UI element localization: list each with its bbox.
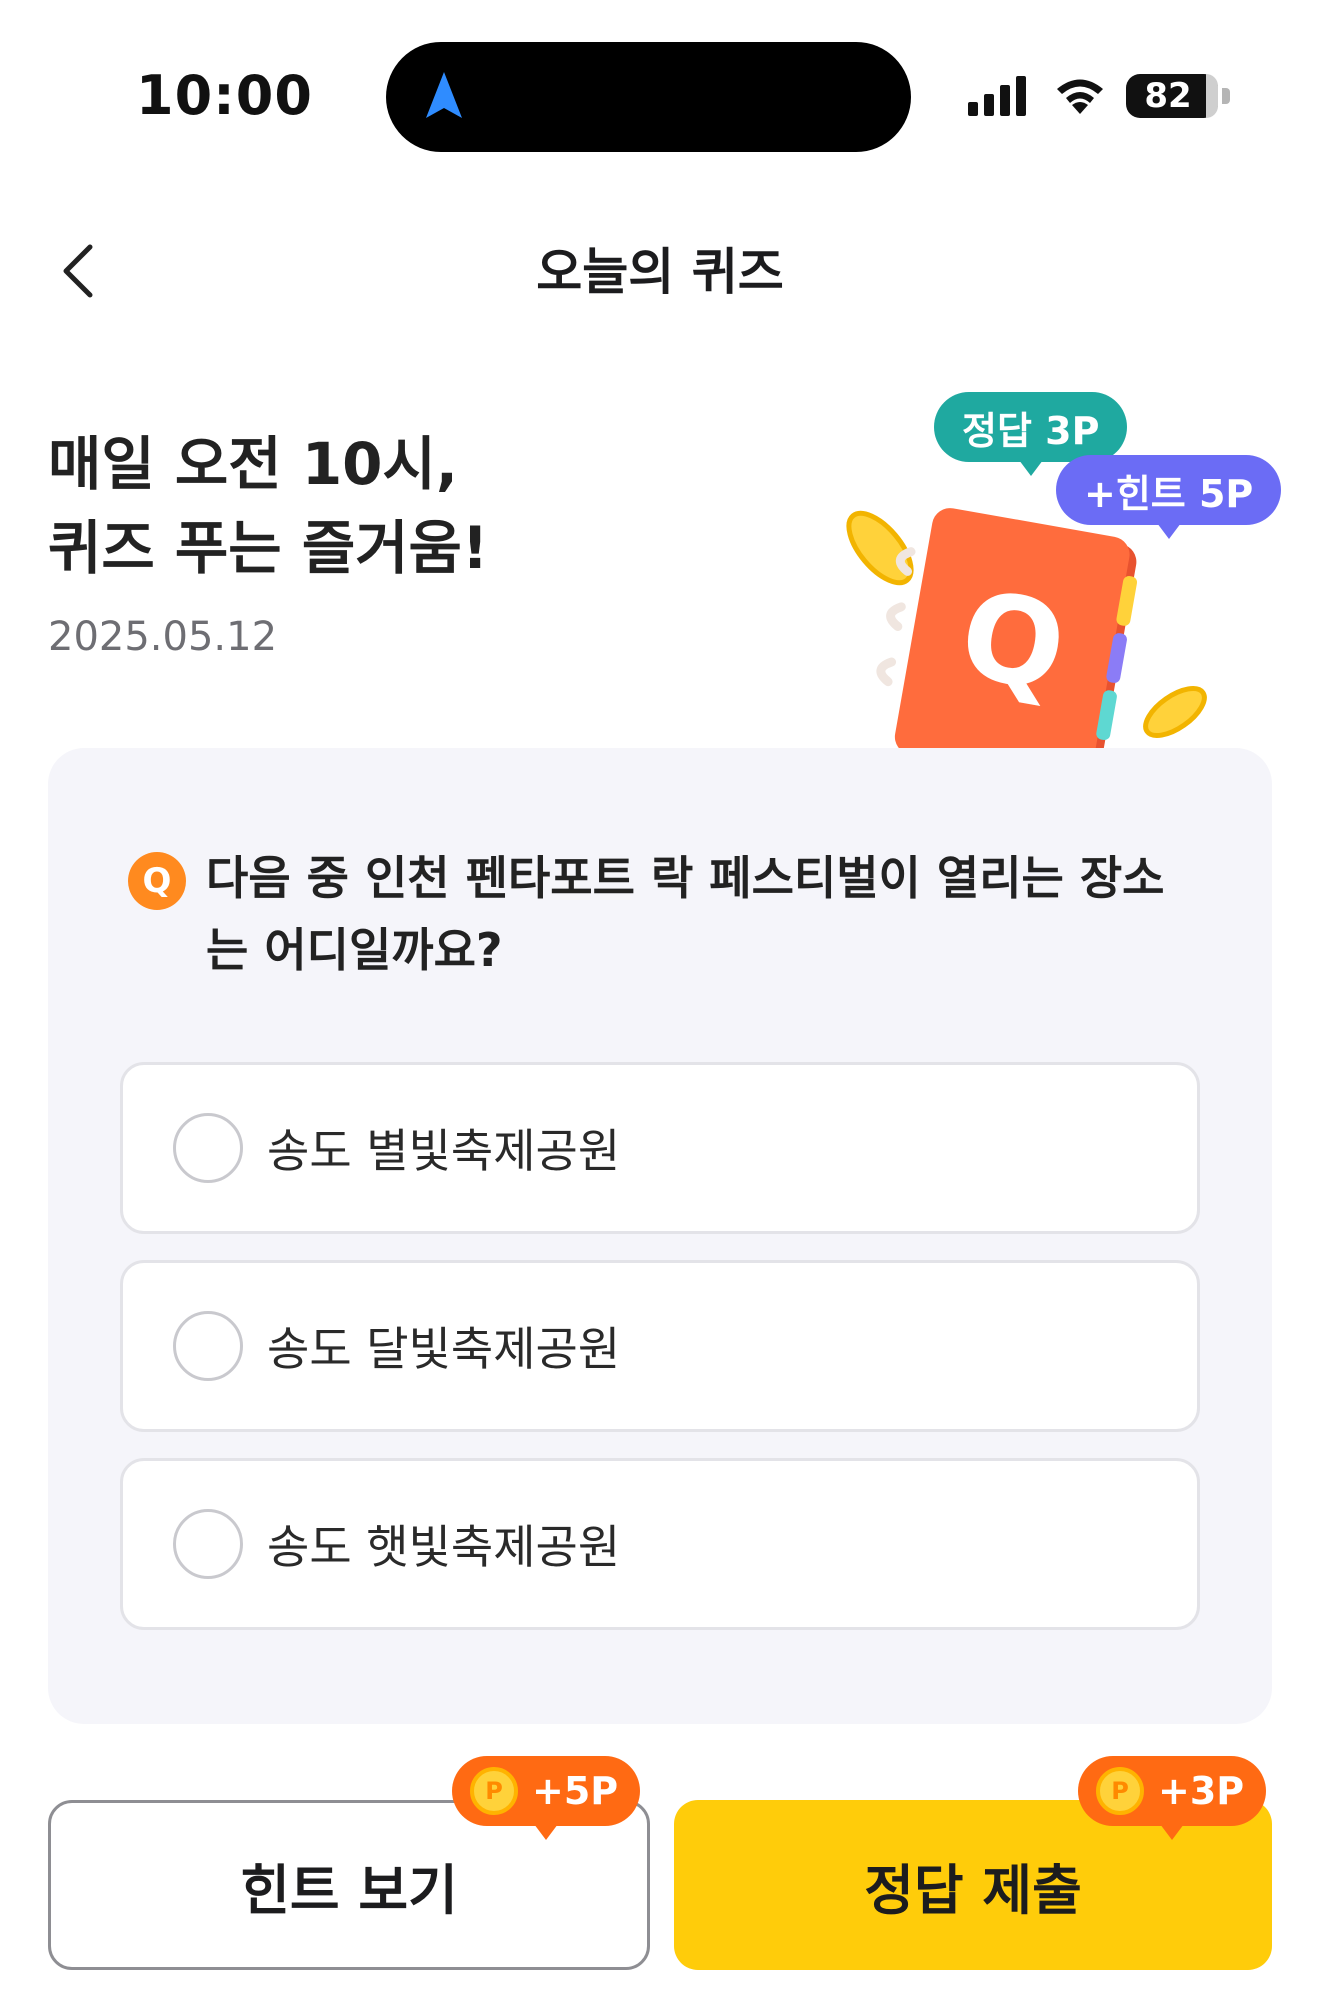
question-badge-icon: Q (128, 852, 186, 910)
battery-icon: 82 (1126, 74, 1230, 118)
hint-points-bubble: +힌트 5P (1056, 455, 1282, 539)
navigation-arrow-icon (426, 72, 462, 118)
quiz-date: 2025.05.12 (48, 614, 278, 660)
hero-title-line1: 매일 오전 10시, (48, 430, 458, 498)
page-title: 오늘의 퀴즈 (536, 243, 784, 301)
answer-option-1[interactable]: 송도 별빛축제공원 (120, 1062, 1200, 1234)
submit-reward-text: +3P (1158, 1769, 1245, 1813)
answer-option-label: 송도 햇빛축제공원 (267, 1520, 621, 1574)
hint-reward-text: +5P (532, 1769, 619, 1813)
hero-title-line2: 퀴즈 푸는 즐거움! (48, 514, 489, 582)
radio-button[interactable] (173, 1113, 243, 1183)
question-text: 다음 중 인천 펜타포트 락 페스티벌이 열리는 장소는 어디일까요? (206, 851, 1165, 977)
hero-title: 매일 오전 10시, 퀴즈 푸는 즐거움! (48, 422, 488, 590)
point-coin-icon: P (1096, 1767, 1144, 1815)
answer-option-2[interactable]: 송도 달빛축제공원 (120, 1260, 1200, 1432)
correct-points-bubble: 정답 3P (934, 392, 1128, 476)
battery-level: 82 (1144, 76, 1192, 116)
status-icons: 82 (968, 72, 1230, 120)
status-time: 10:00 (136, 64, 313, 127)
radio-button[interactable] (173, 1311, 243, 1381)
wifi-icon (1057, 79, 1103, 114)
answer-option-label: 송도 별빛축제공원 (267, 1124, 621, 1178)
answer-option-3[interactable]: 송도 햇빛축제공원 (120, 1458, 1200, 1630)
submit-reward-badge: P +3P (1078, 1756, 1267, 1840)
radio-button[interactable] (173, 1509, 243, 1579)
dynamic-island (386, 42, 911, 152)
point-coin-icon: P (470, 1767, 518, 1815)
answer-option-label: 송도 달빛축제공원 (267, 1322, 621, 1376)
cellular-signal-icon (968, 76, 1026, 116)
hint-reward-badge: P +5P (452, 1756, 641, 1840)
